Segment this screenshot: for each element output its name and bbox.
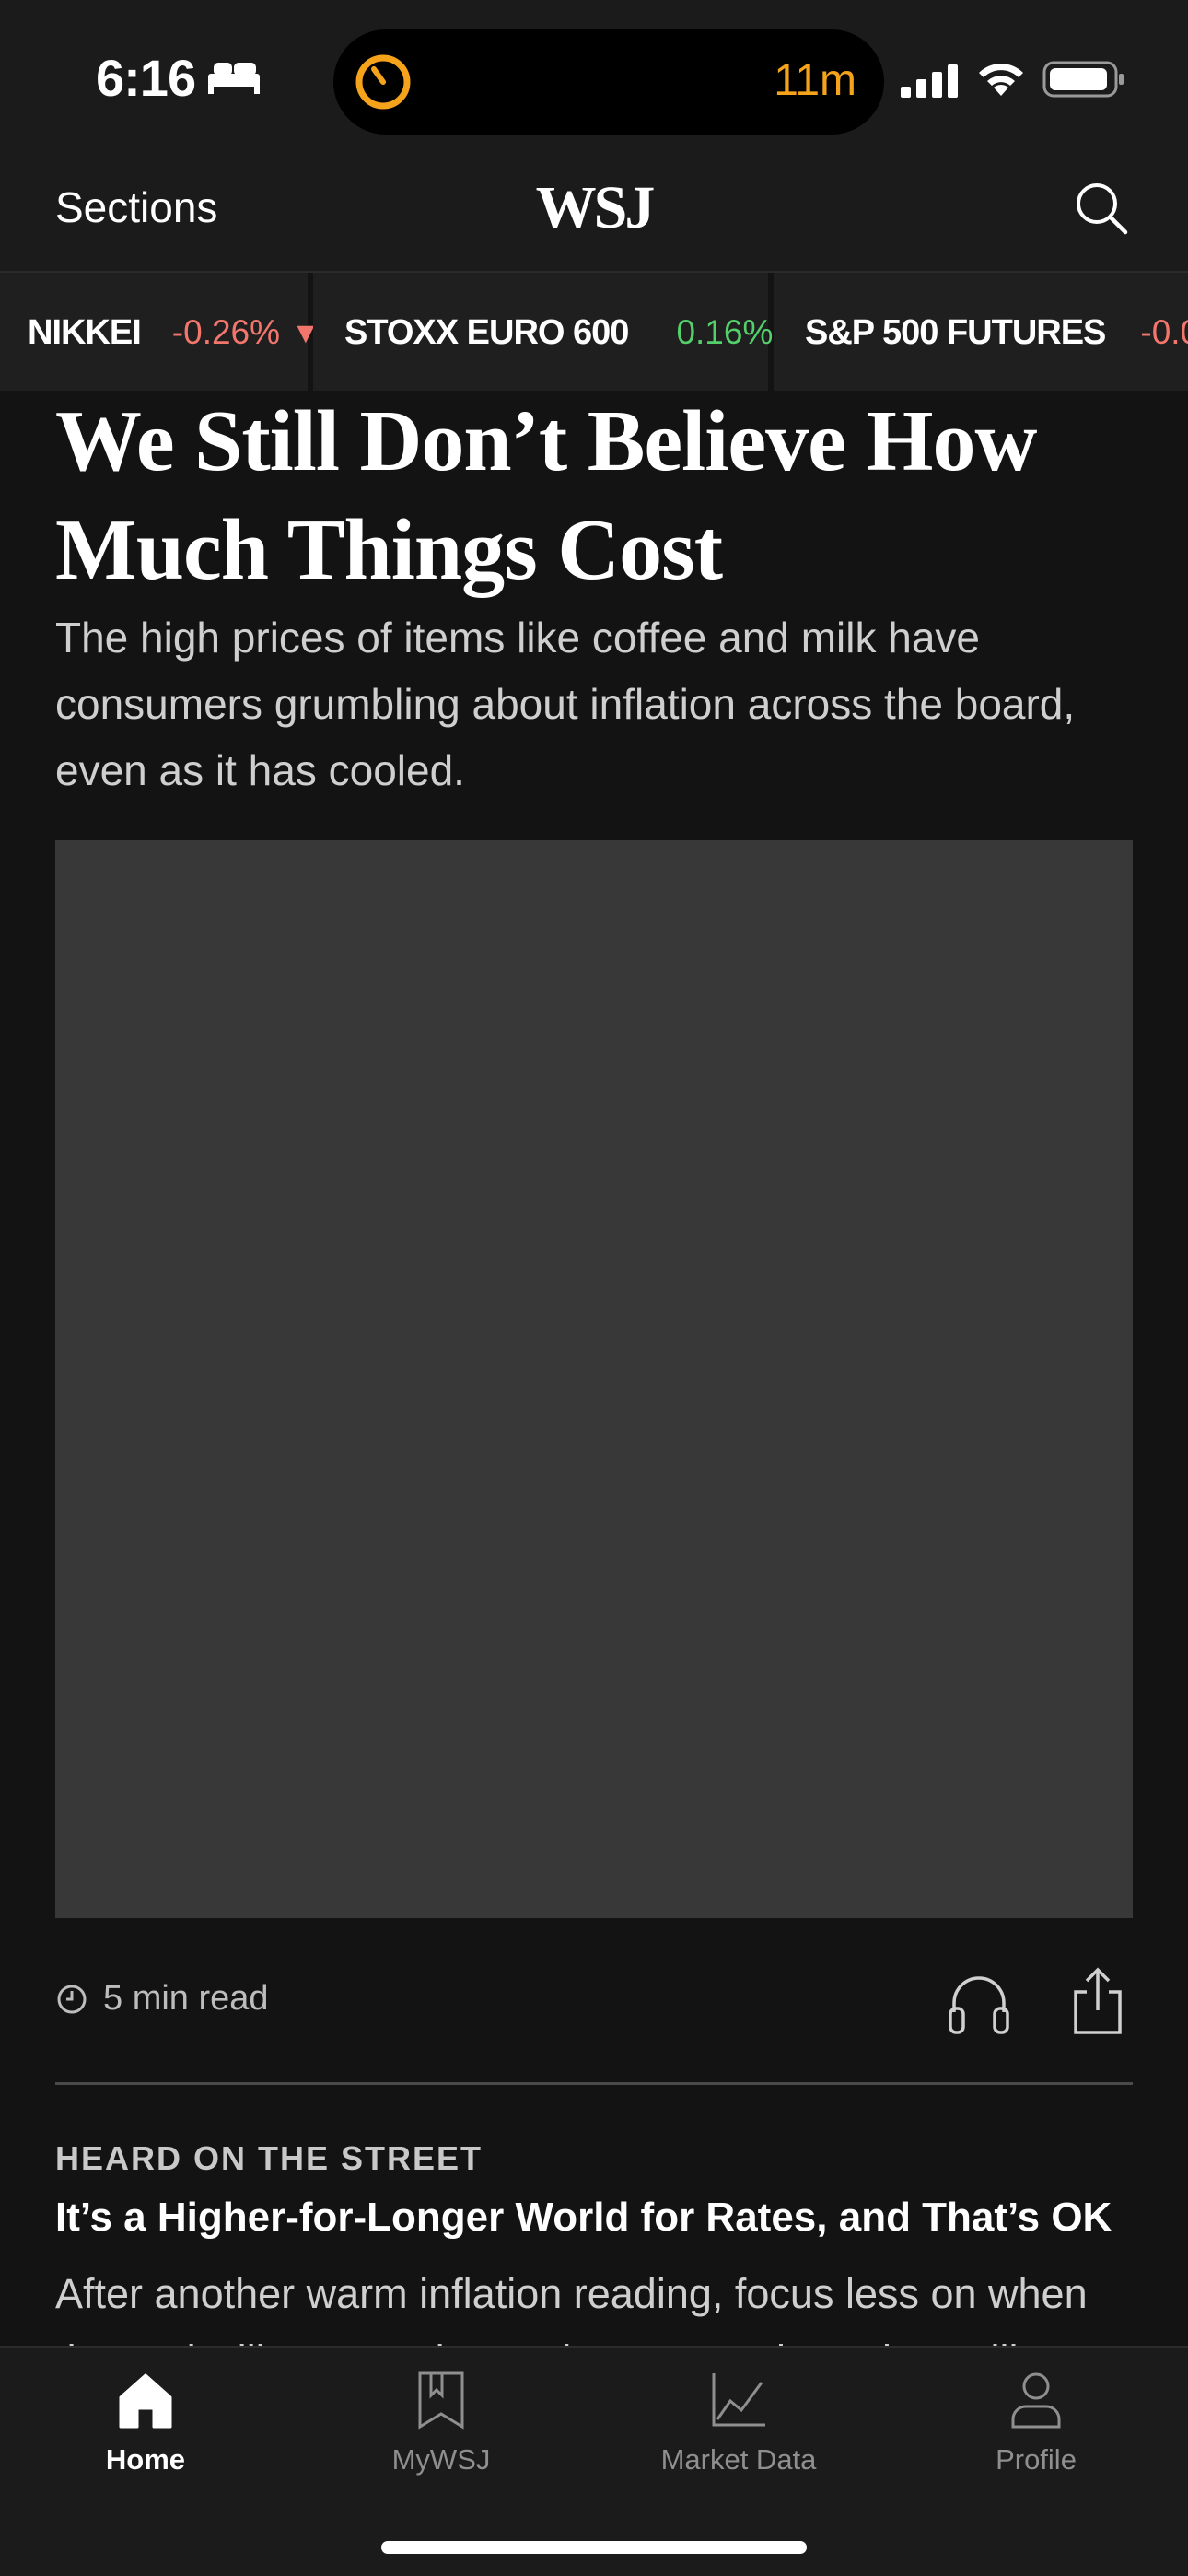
tab-label: Profile xyxy=(996,2443,1077,2476)
headphones-icon[interactable] xyxy=(947,1972,1011,2034)
bed-icon xyxy=(208,63,260,94)
home-indicator[interactable] xyxy=(381,2541,807,2554)
ticker-name: S&P 500 FUTURES xyxy=(805,312,1106,352)
chart-icon xyxy=(712,2373,765,2427)
tab-label: MyWSJ xyxy=(391,2443,491,2476)
article-image[interactable] xyxy=(55,840,1133,1918)
tab-label: Home xyxy=(105,2443,186,2476)
wifi-icon xyxy=(979,64,1023,96)
market-ticker[interactable]: NIKKEI -0.26% ▼ STOXX EURO 600 0.16% ▲ S… xyxy=(0,271,1188,391)
clock-icon xyxy=(57,1985,87,2014)
tab-label: Market Data xyxy=(660,2443,817,2476)
battery-icon xyxy=(1042,61,1124,98)
article-summary[interactable]: The high prices of items like coffee and… xyxy=(55,604,1142,803)
tab-profile[interactable]: Profile xyxy=(916,2370,1156,2476)
status-bar: 6:16 11m xyxy=(0,0,1188,157)
ticker-change: 0.16% xyxy=(676,313,774,351)
tab-home[interactable]: Home xyxy=(26,2370,265,2476)
wsj-logo: WSJ xyxy=(535,174,656,241)
article-headline[interactable]: We Still Don’t Believe How Much Things C… xyxy=(55,387,1133,604)
timer-icon xyxy=(355,54,411,110)
cellular-signal-icon xyxy=(901,64,958,98)
ticker-change: -0.26% xyxy=(171,313,281,351)
tab-mywsj[interactable]: MyWSJ xyxy=(321,2370,561,2476)
ticker-name: NIKKEI xyxy=(28,312,142,352)
search-icon[interactable] xyxy=(1072,179,1131,238)
article-meta: 5 min read xyxy=(55,1967,1133,2036)
share-icon[interactable] xyxy=(1068,1966,1127,2036)
read-time: 5 min read xyxy=(103,1979,269,2018)
ticker-change: -0.02% xyxy=(1140,313,1188,351)
timer-text: 11m xyxy=(774,56,856,105)
ticker-item-sp500-futures[interactable]: S&P 500 FUTURES -0.02% xyxy=(774,273,1188,391)
dynamic-island[interactable]: 11m xyxy=(333,29,884,135)
ticker-item-stoxx[interactable]: STOXX EURO 600 0.16% ▲ xyxy=(313,273,813,391)
ticker-name: STOXX EURO 600 xyxy=(344,312,629,352)
person-icon xyxy=(1011,2372,1061,2429)
ticker-item-nikkei[interactable]: NIKKEI -0.26% ▼ xyxy=(0,273,320,391)
app-header: Sections WSJ xyxy=(0,157,1188,271)
next-article-summary[interactable]: After another warm inflation reading, fo… xyxy=(55,2261,1151,2346)
bookmark-icon xyxy=(418,2371,464,2430)
home-icon xyxy=(119,2373,172,2429)
next-article-headline[interactable]: It’s a Higher-for-Longer World for Rates… xyxy=(55,2195,1151,2241)
article-kicker[interactable]: HEARD ON THE STREET xyxy=(55,2139,483,2178)
status-time: 6:16 xyxy=(96,49,196,107)
tab-market-data[interactable]: Market Data xyxy=(619,2370,858,2476)
section-divider xyxy=(55,2082,1133,2085)
